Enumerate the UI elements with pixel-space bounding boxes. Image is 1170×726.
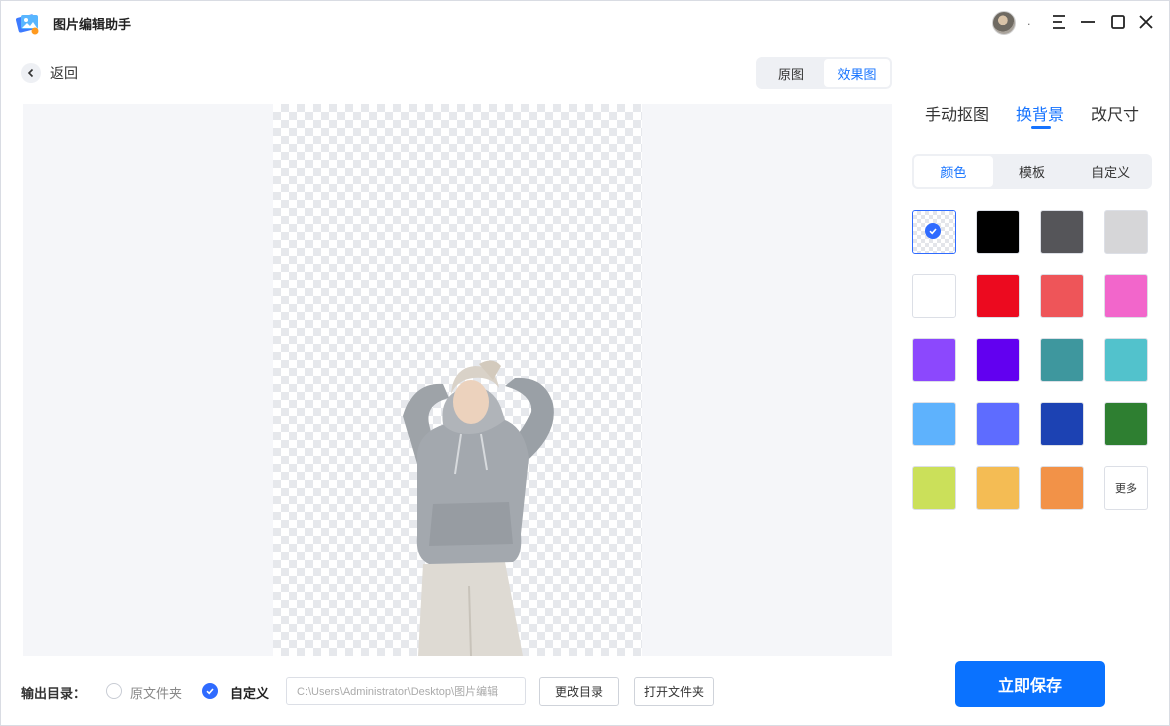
swatch-color[interactable] — [1104, 210, 1148, 254]
radio-original-folder[interactable] — [106, 683, 122, 699]
open-folder-button[interactable]: 打开文件夹 — [634, 677, 714, 706]
output-directory-label: 输出目录： — [21, 687, 87, 702]
subtab-template[interactable]: 模板 — [993, 156, 1072, 187]
swatch-color[interactable] — [912, 338, 956, 382]
view-original-button[interactable]: 原图 — [758, 59, 824, 87]
check-icon — [925, 223, 941, 239]
menu-icon[interactable] — [1049, 12, 1069, 32]
tab-resize[interactable]: 改尺寸 — [1091, 101, 1139, 125]
swatch-transparent[interactable] — [912, 210, 956, 254]
user-avatar[interactable] — [992, 11, 1016, 35]
color-swatch-grid: 更多 — [912, 210, 1152, 510]
minimize-icon[interactable] — [1078, 12, 1098, 32]
subtab-custom[interactable]: 自定义 — [1071, 156, 1150, 187]
back-label: 返回 — [50, 66, 78, 82]
preview-canvas[interactable] — [23, 104, 892, 656]
swatch-color[interactable] — [1040, 466, 1084, 510]
save-now-button[interactable]: 立即保存 — [955, 661, 1105, 707]
chevron-left-icon — [21, 63, 41, 83]
swatch-color[interactable] — [912, 274, 956, 318]
close-icon[interactable] — [1136, 12, 1156, 32]
swatch-color[interactable] — [976, 466, 1020, 510]
swatch-color[interactable] — [912, 402, 956, 446]
title-bar: 图片编辑助手 . — [1, 1, 1170, 45]
output-path-field[interactable] — [286, 677, 526, 705]
swatch-color[interactable] — [1104, 274, 1148, 318]
user-name[interactable]: . — [1027, 15, 1031, 28]
background-type-tabs: 颜色 模板 自定义 — [912, 154, 1152, 189]
app-title: 图片编辑助手 — [53, 18, 132, 33]
view-toggle: 原图 效果图 — [756, 57, 892, 89]
tab-change-background[interactable]: 换背景 — [1016, 101, 1064, 125]
subject-image — [373, 354, 573, 656]
swatch-color[interactable] — [976, 402, 1020, 446]
subtab-color[interactable]: 颜色 — [914, 156, 993, 187]
swatch-color[interactable] — [1040, 210, 1084, 254]
original-folder-label[interactable]: 原文件夹 — [130, 683, 182, 702]
swatch-color[interactable] — [976, 274, 1020, 318]
swatch-color[interactable] — [1104, 402, 1148, 446]
app-logo-icon — [15, 10, 41, 36]
custom-folder-label[interactable]: 自定义 — [230, 683, 269, 702]
swatch-color[interactable] — [1040, 402, 1084, 446]
check-icon — [206, 688, 214, 695]
more-colors-button[interactable]: 更多 — [1104, 466, 1148, 510]
active-tab-indicator — [1031, 126, 1051, 129]
tab-manual-cutout[interactable]: 手动抠图 — [925, 101, 989, 125]
swatch-color[interactable] — [912, 466, 956, 510]
view-effect-button[interactable]: 效果图 — [824, 59, 890, 87]
swatch-color[interactable] — [1104, 338, 1148, 382]
maximize-icon[interactable] — [1108, 12, 1128, 32]
back-button[interactable]: 返回 — [21, 62, 78, 84]
swatch-color[interactable] — [976, 338, 1020, 382]
swatch-color[interactable] — [976, 210, 1020, 254]
swatch-color[interactable] — [1040, 274, 1084, 318]
radio-custom-folder[interactable] — [202, 683, 218, 699]
swatch-color[interactable] — [1040, 338, 1084, 382]
change-directory-button[interactable]: 更改目录 — [539, 677, 619, 706]
transparent-background — [273, 104, 642, 656]
